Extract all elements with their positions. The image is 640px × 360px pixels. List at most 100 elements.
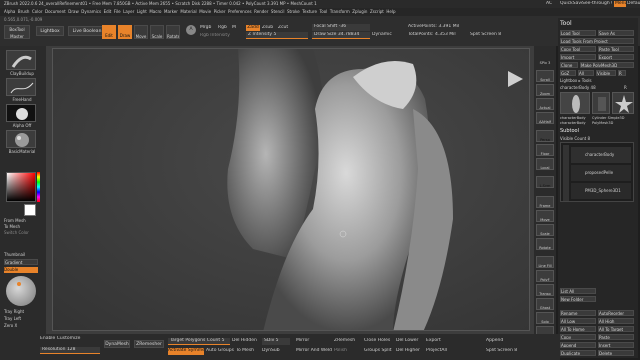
draw-mode-button[interactable]: Draw bbox=[118, 25, 132, 39]
dynsub-button[interactable]: DynSub bbox=[262, 348, 290, 354]
append-button[interactable]: Append bbox=[560, 342, 596, 348]
goz-button[interactable]: GoZ bbox=[560, 70, 576, 76]
scale-button[interactable]: Scale bbox=[536, 224, 554, 236]
ghost-button[interactable]: Ghost bbox=[536, 298, 554, 310]
insert-button[interactable]: Insert bbox=[598, 342, 634, 348]
groups-split-button[interactable]: Groups Split bbox=[364, 348, 392, 354]
local-button[interactable]: Local bbox=[536, 158, 554, 170]
tray-right-button[interactable]: Tray Right bbox=[4, 309, 42, 315]
list-item[interactable]: characterBody bbox=[571, 147, 631, 163]
gradient-button[interactable]: Gradient bbox=[4, 259, 38, 265]
del-lower-button[interactable]: Del Lower bbox=[396, 338, 422, 344]
dynamesh-button[interactable]: DynaMesh bbox=[104, 340, 130, 348]
menu-item[interactable]: Macro bbox=[149, 9, 161, 14]
activate-symmetry-button[interactable]: Activate Symmetry bbox=[168, 348, 204, 355]
switch-color-button[interactable]: Switch Color bbox=[4, 230, 42, 236]
menu-item[interactable]: Render bbox=[254, 9, 268, 14]
menu-item[interactable]: Color bbox=[32, 9, 42, 14]
current-tool-label[interactable]: characterBody 48 bbox=[560, 85, 620, 91]
zero-x-button[interactable]: Zero X bbox=[4, 323, 42, 329]
resolution-slider[interactable]: Resolution 128 bbox=[40, 347, 100, 354]
actual-button[interactable]: Actual bbox=[536, 98, 554, 110]
m-button[interactable]: M bbox=[232, 25, 240, 31]
subtool-title[interactable]: Subtool bbox=[560, 128, 620, 134]
save-as-button[interactable]: Save As bbox=[598, 30, 634, 36]
load-tool-button[interactable]: Load Tool bbox=[560, 30, 596, 36]
frame-button[interactable]: Frame bbox=[536, 196, 554, 208]
menu-item[interactable]: Light bbox=[137, 9, 147, 14]
rotate-mode-button[interactable]: Rotate bbox=[166, 25, 180, 39]
a-toggle[interactable]: A bbox=[186, 25, 196, 35]
goz-r-button[interactable]: R bbox=[618, 70, 626, 76]
stroke-thumbnail[interactable] bbox=[6, 78, 36, 96]
menus-toggle[interactable]: Menus bbox=[614, 1, 626, 7]
export-button[interactable]: Export bbox=[598, 54, 634, 60]
transp-button[interactable]: Transp bbox=[536, 284, 554, 296]
delete-button[interactable]: Delete bbox=[598, 350, 634, 356]
menu-item[interactable]: Dynamics bbox=[81, 9, 101, 14]
move-button[interactable]: Move bbox=[536, 210, 554, 222]
menu-item[interactable]: Preferences bbox=[228, 9, 252, 14]
see-through-slider[interactable]: See-through 0 bbox=[582, 1, 612, 7]
tool-palette-title[interactable]: Tool bbox=[560, 20, 600, 28]
alpha-thumbnail[interactable] bbox=[6, 104, 36, 122]
menu-item[interactable]: Document bbox=[45, 9, 66, 14]
load-tools-from-project-button[interactable]: Load Tools From Project bbox=[560, 38, 634, 44]
mirror-and-weld-button[interactable]: Mirror And Weld bbox=[296, 348, 332, 354]
all-to-target-button[interactable]: All To Target bbox=[598, 326, 634, 332]
import-button[interactable]: Import bbox=[560, 54, 596, 60]
zremesher-button[interactable]: ZRemesher bbox=[134, 340, 164, 348]
menu-item[interactable]: Marker bbox=[164, 9, 178, 14]
draw-size-slider[interactable]: Draw Size 34.78834 bbox=[312, 32, 370, 39]
edit-mode-button[interactable]: Edit bbox=[102, 25, 116, 39]
zremesh-button[interactable]: ZRemesh bbox=[334, 338, 360, 344]
mrgb-button[interactable]: Mrgb bbox=[200, 25, 216, 31]
tool-thumb-cylinder[interactable] bbox=[592, 92, 610, 114]
menu-item[interactable]: Texture bbox=[302, 9, 317, 14]
autoreorder-button[interactable]: AutoReorder bbox=[598, 310, 634, 316]
all-low-button[interactable]: All Low bbox=[560, 318, 596, 324]
tray-left-button[interactable]: Tray Left bbox=[4, 316, 42, 322]
spix-button[interactable]: SPix 3 bbox=[536, 60, 554, 66]
menu-item[interactable]: Layer bbox=[123, 9, 134, 14]
brush-thumbnail[interactable] bbox=[6, 50, 36, 70]
menu-item[interactable]: Brush bbox=[18, 9, 30, 14]
floor-button[interactable]: Floor bbox=[536, 144, 554, 156]
paste-button[interactable]: Paste bbox=[598, 334, 634, 340]
polyf-button[interactable]: PolyF bbox=[536, 270, 554, 282]
clone-button[interactable]: Clone bbox=[560, 62, 578, 68]
menu-item[interactable]: Edit bbox=[104, 9, 112, 14]
boxtool-master-button[interactable]: BoxTool Master bbox=[4, 25, 30, 39]
material-thumbnail[interactable] bbox=[6, 130, 36, 148]
append-button-bottom[interactable]: Append bbox=[486, 338, 512, 344]
split-screen-bottom-button[interactable]: Split Screen 8 bbox=[486, 348, 522, 354]
menu-item[interactable]: Stroke bbox=[287, 9, 300, 14]
double-button[interactable]: Double bbox=[4, 267, 38, 273]
live-boolean-button[interactable]: Live Boolean bbox=[68, 26, 106, 36]
split-screen-button[interactable]: Split Screen 8 bbox=[470, 32, 506, 38]
line-fill-button[interactable]: Line Fill bbox=[536, 256, 554, 268]
main-color-swatch[interactable] bbox=[24, 204, 36, 216]
menu-item[interactable]: Zplugin bbox=[352, 9, 367, 14]
menu-item[interactable]: Draw bbox=[68, 9, 78, 14]
sculpt-model[interactable] bbox=[53, 49, 530, 331]
rgb-button[interactable]: Rgb bbox=[218, 25, 230, 31]
close-holes-button[interactable]: Close Holes bbox=[364, 338, 392, 344]
tool-thumb-polymesh3d[interactable] bbox=[612, 92, 634, 114]
menu-item[interactable]: Alpha bbox=[4, 9, 15, 14]
zcut-button[interactable]: Zcut bbox=[278, 25, 292, 31]
quicksave-button[interactable]: QuickSave bbox=[560, 1, 582, 7]
rotate-button[interactable]: Rotate bbox=[536, 238, 554, 250]
scale-mode-button[interactable]: Scale bbox=[150, 25, 164, 39]
menu-item[interactable]: File bbox=[114, 9, 121, 14]
lightbox-tools-button[interactable]: Lightbox ▸ Tools bbox=[560, 78, 634, 84]
goz-visible-button[interactable]: Visible bbox=[596, 70, 616, 76]
rename-button[interactable]: Rename bbox=[560, 310, 596, 316]
target-polygons-slider[interactable]: Target Polygons Count 5 bbox=[168, 338, 230, 345]
make-polymesh3d-button[interactable]: Make PolyMesh3D bbox=[580, 62, 634, 68]
copy-tool-button[interactable]: Copy Tool bbox=[560, 46, 596, 52]
lsym-button[interactable]: L.Sym bbox=[536, 176, 554, 188]
default-zscript-button[interactable]: DefaultZScript bbox=[627, 1, 640, 7]
del-hidden-button[interactable]: Del Hidden bbox=[232, 338, 258, 344]
menu-item[interactable]: Movie bbox=[199, 9, 211, 14]
